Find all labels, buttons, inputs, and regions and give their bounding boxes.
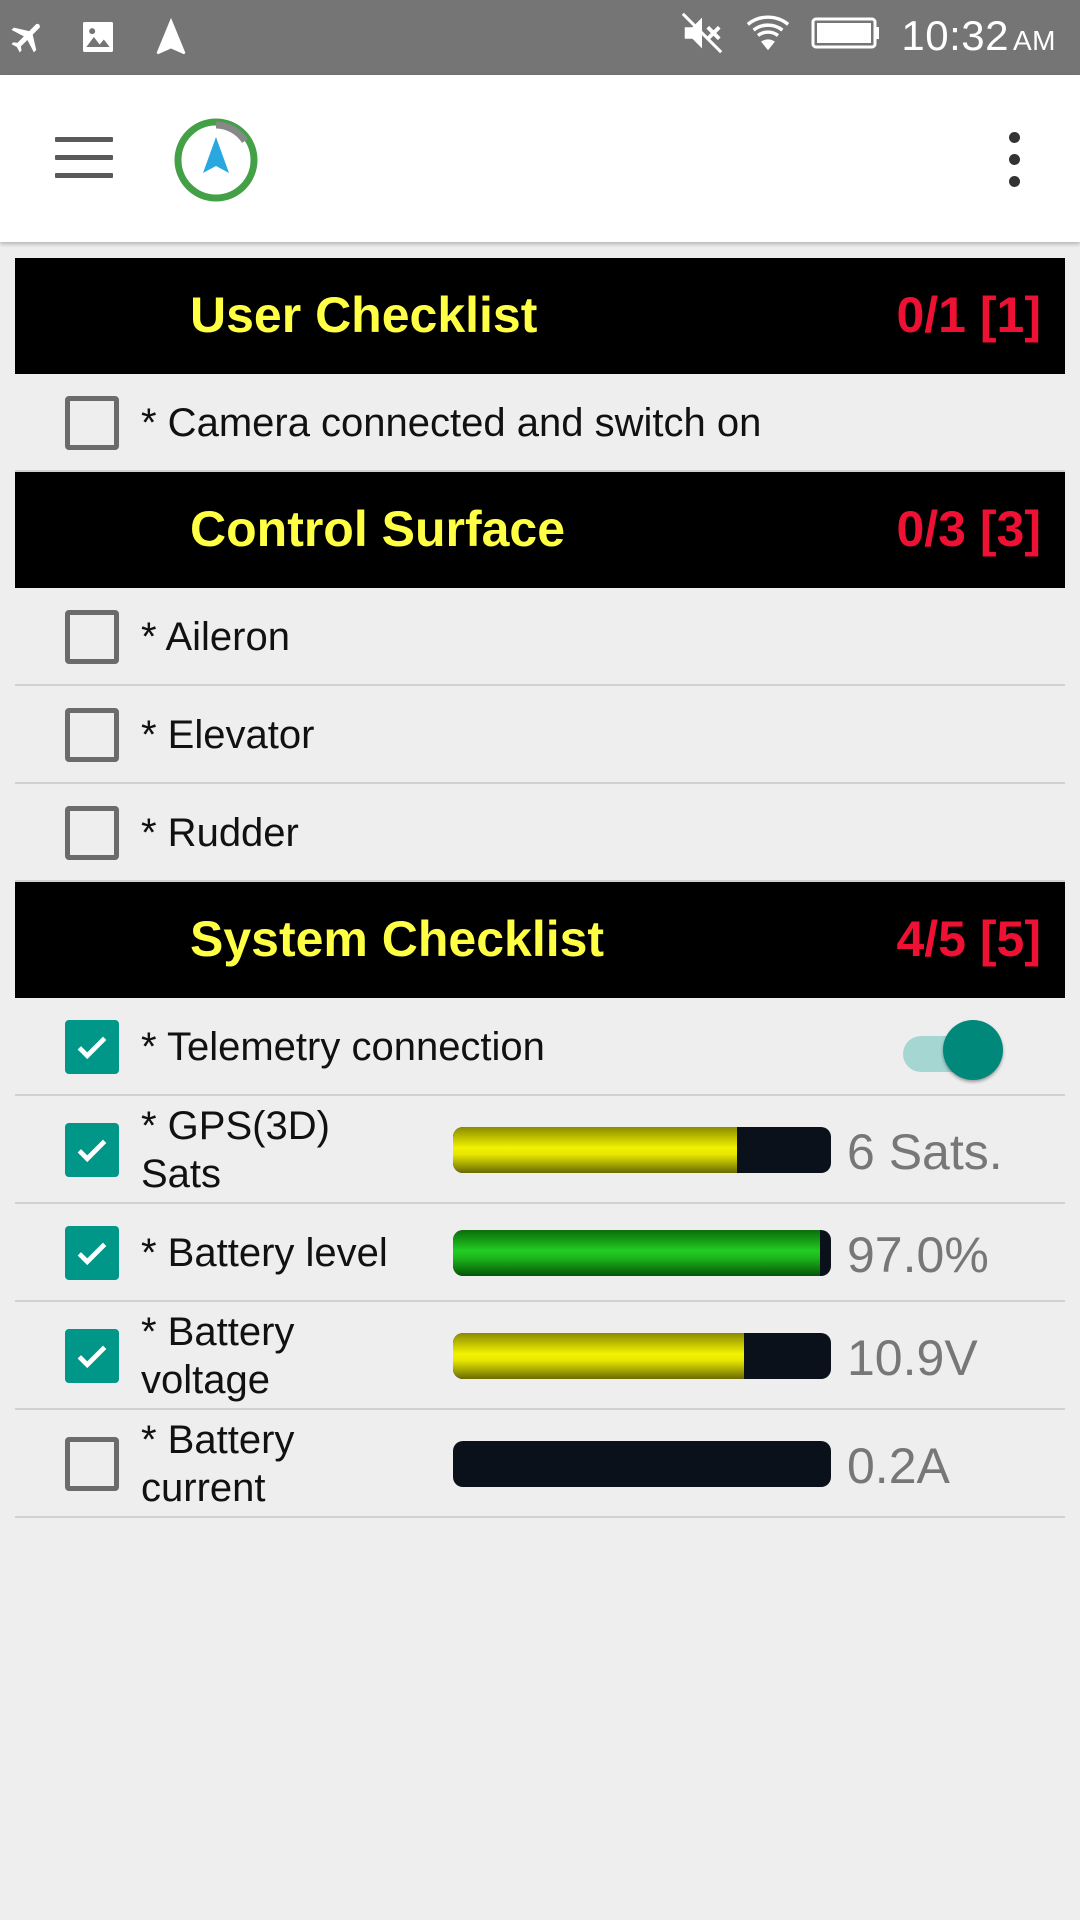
section-header-system-checklist[interactable]: System Checklist 4/5 [5] [15, 882, 1065, 998]
checklist-item-gps[interactable]: * GPS(3D) Sats 6 Sats. [15, 1096, 1065, 1204]
checklist-item-rudder[interactable]: * Rudder [15, 784, 1065, 882]
checkbox[interactable] [65, 396, 119, 450]
section-title: User Checklist [190, 287, 538, 343]
app-bar [0, 75, 1080, 242]
telemetry-toggle[interactable] [893, 1018, 1003, 1082]
wifi-icon [745, 10, 791, 61]
checklist-item-camera[interactable]: * Camera connected and switch on [15, 374, 1065, 472]
checklist-item-telemetry[interactable]: * Telemetry connection [15, 998, 1065, 1096]
item-value: 0.2A [847, 1438, 950, 1494]
battery-level-bar [453, 1230, 831, 1276]
checkbox[interactable] [65, 610, 119, 664]
section-count: 0/1 [1] [896, 287, 1041, 343]
navigation-icon [148, 14, 194, 65]
section-title: Control Surface [190, 501, 566, 557]
item-label: * Battery voltage [141, 1310, 295, 1402]
battery-icon [811, 13, 881, 58]
section-header-control-surface[interactable]: Control Surface 0/3 [3] [15, 472, 1065, 588]
check-icon [77, 1242, 107, 1266]
check-icon [77, 1139, 107, 1163]
airplane-icon [8, 17, 48, 62]
item-label: * Rudder [141, 811, 299, 855]
checklist-item-battery-voltage[interactable]: * Battery voltage 10.9V [15, 1302, 1065, 1410]
check-icon [77, 1345, 107, 1369]
status-bar: 10:32 AM [0, 0, 1080, 75]
bar-fill [453, 1333, 745, 1379]
check-icon [77, 1036, 107, 1060]
item-label: * Battery level [141, 1231, 388, 1275]
checkbox-checked[interactable] [65, 1020, 119, 1074]
checklist: User Checklist 0/1 [1] * Camera connecte… [15, 258, 1065, 1518]
toggle-thumb [943, 1020, 1003, 1080]
checkbox[interactable] [65, 1437, 119, 1491]
checklist-item-aileron[interactable]: * Aileron [15, 588, 1065, 686]
battery-voltage-bar [453, 1333, 831, 1379]
checkbox-checked[interactable] [65, 1123, 119, 1177]
section-title: System Checklist [190, 911, 605, 967]
bar-fill [453, 1230, 820, 1276]
item-label: * Aileron [141, 615, 290, 659]
mute-icon [679, 10, 725, 61]
item-label: * Camera connected and switch on [141, 401, 762, 445]
checkbox[interactable] [65, 806, 119, 860]
item-label: * Elevator [141, 713, 315, 757]
item-label: * GPS(3D) Sats [141, 1104, 330, 1196]
image-icon [78, 17, 118, 62]
section-count: 0/3 [3] [896, 501, 1041, 557]
checkbox-checked[interactable] [65, 1329, 119, 1383]
battery-current-bar [453, 1441, 831, 1487]
item-label: * Battery current [141, 1418, 295, 1510]
item-label: * Telemetry connection [141, 1025, 545, 1069]
checklist-item-battery-level[interactable]: * Battery level 97.0% [15, 1204, 1065, 1302]
section-header-user-checklist[interactable]: User Checklist 0/1 [1] [15, 258, 1065, 374]
checkbox-checked[interactable] [65, 1226, 119, 1280]
status-time: 10:32 AM [901, 11, 1056, 59]
bar-fill [453, 1127, 737, 1173]
navigation-logo-icon[interactable] [173, 117, 259, 203]
gps-level-bar [453, 1127, 831, 1173]
item-value: 6 Sats. [847, 1124, 1003, 1180]
item-value: 10.9V [847, 1330, 978, 1386]
section-count: 4/5 [5] [896, 911, 1041, 967]
checklist-item-elevator[interactable]: * Elevator [15, 686, 1065, 784]
more-vert-icon[interactable] [1000, 132, 1028, 188]
checklist-item-battery-current[interactable]: * Battery current 0.2A [15, 1410, 1065, 1518]
hamburger-icon[interactable] [55, 137, 113, 179]
checkbox[interactable] [65, 708, 119, 762]
item-value: 97.0% [847, 1227, 989, 1283]
